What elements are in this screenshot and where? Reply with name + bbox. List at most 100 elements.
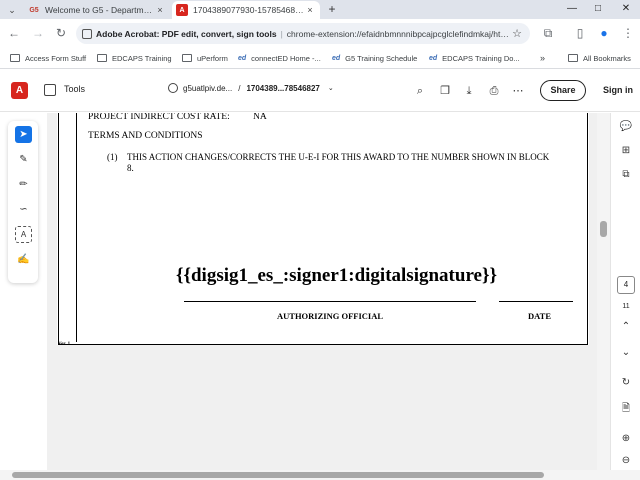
draw-freehand-icon[interactable]: ∽: [15, 201, 32, 218]
site-label: Adobe Acrobat: PDF edit, convert, sign t…: [96, 28, 277, 39]
menu-kebab-icon[interactable]: ⋮: [620, 25, 636, 41]
folder-icon: [10, 54, 20, 62]
select-cursor-icon[interactable]: ➤: [15, 126, 32, 143]
g5-favicon-icon: G5: [29, 6, 39, 14]
ed-icon: ed: [429, 54, 438, 62]
maximize-button[interactable]: □: [584, 0, 612, 18]
page-down-icon[interactable]: ⌄: [618, 345, 634, 361]
indirect-cost-value: NA: [253, 113, 267, 122]
acrobat-header: A Tools g5uatlpiv.de... / 1704389...7854…: [0, 70, 640, 112]
terms-heading: TERMS AND CONDITIONS: [88, 131, 203, 141]
signature-line: [184, 301, 476, 302]
globe-icon: [168, 83, 178, 93]
bookmark-uperform[interactable]: uPerform: [182, 51, 228, 65]
download-icon[interactable]: ⤓: [462, 84, 476, 98]
search-icon[interactable]: ⌕: [413, 84, 427, 98]
horizontal-scrollbar[interactable]: [0, 470, 640, 480]
bookmark-connected-home[interactable]: ed connectED Home -...: [238, 51, 321, 65]
tools-grid-icon[interactable]: [44, 84, 56, 96]
bookmark-edcaps-training[interactable]: EDCAPS Training: [97, 51, 172, 65]
vertical-scroll-thumb[interactable]: [600, 221, 607, 237]
right-sidebar: 💬 ⊞ ⧉ 4 11 ⌃ ⌄ ↻ 🗎 ⊕ ⊖: [610, 113, 640, 470]
bookmarks-overflow-button[interactable]: »: [540, 51, 545, 65]
term-text: THIS ACTION CHANGES/CORRECTS THE U-E-I F…: [127, 152, 550, 162]
date-label: DATE: [528, 311, 551, 321]
address-bar[interactable]: Adobe Acrobat: PDF edit, convert, sign t…: [76, 23, 530, 44]
zoom-out-icon[interactable]: ⊖: [618, 453, 634, 469]
document-properties-icon[interactable]: 🗎: [618, 401, 634, 417]
bookmarks-bar: Access Form Stuff EDCAPS Training uPerfo…: [0, 47, 640, 69]
vertical-scrollbar[interactable]: [597, 113, 610, 470]
tab-title: Welcome to G5 - Department o: [45, 5, 154, 15]
sign-in-button[interactable]: Sign in: [603, 85, 633, 95]
comments-icon[interactable]: 💬: [618, 119, 634, 135]
add-comment-icon[interactable]: ✎: [15, 151, 32, 168]
side-panel-icon[interactable]: ▯: [572, 25, 588, 41]
version-label: Ver. 1: [58, 342, 71, 347]
folder-icon: [97, 54, 107, 62]
forward-arrow-icon[interactable]: →: [30, 25, 46, 41]
browser-toolbar: ← → ↻ Adobe Acrobat: PDF edit, convert, …: [0, 19, 640, 47]
text-box-icon[interactable]: A: [15, 226, 32, 243]
print-icon[interactable]: ⎙: [487, 84, 501, 98]
chevron-down-icon[interactable]: ⌄: [328, 84, 334, 92]
bookmark-label: G5 Training Schedule: [345, 53, 418, 63]
tab-close-icon[interactable]: ×: [154, 5, 166, 15]
term-number: (1): [107, 152, 118, 162]
attachments-icon[interactable]: ⧉: [618, 167, 634, 183]
bookmark-label: EDCAPS Training: [112, 53, 172, 63]
zoom-in-icon[interactable]: ⊕: [618, 431, 634, 447]
bookmark-label: EDCAPS Training Do...: [442, 53, 520, 63]
folder-icon: [182, 54, 192, 62]
bookmark-label: Access Form Stuff: [25, 53, 87, 63]
horizontal-scroll-thumb[interactable]: [12, 472, 544, 478]
signature-placeholder: {{digsig1_es_:signer1:digitalsignature}}: [176, 265, 497, 286]
all-bookmarks[interactable]: All Bookmarks: [568, 51, 631, 65]
current-page-box[interactable]: 4: [617, 276, 635, 294]
ed-icon: ed: [332, 54, 341, 62]
document-viewer[interactable]: PROJECT INDIRECT COST RATE: NA TERMS AND…: [47, 113, 597, 470]
profile-avatar-icon[interactable]: ●: [596, 25, 612, 41]
acrobat-logo-icon: A: [11, 82, 28, 99]
rotate-icon[interactable]: ↻: [618, 375, 634, 391]
bookmark-access-form-stuff[interactable]: Access Form Stuff: [10, 51, 86, 65]
tools-button[interactable]: Tools: [64, 84, 85, 94]
page-up-icon[interactable]: ⌃: [618, 319, 634, 335]
tab-search-icon[interactable]: ⌄: [6, 4, 18, 16]
close-window-button[interactable]: ✕: [612, 0, 640, 18]
share-button[interactable]: Share: [540, 80, 586, 101]
quick-tools-panel: ➤ ✎ ✏ ∽ A ✍: [8, 121, 38, 283]
file-path-separator: /: [238, 83, 241, 93]
folder-icon: [568, 54, 578, 62]
page-thumbnails-icon[interactable]: ❐: [438, 84, 452, 98]
file-name: 1704389...78546827: [246, 83, 320, 93]
indirect-cost-label: PROJECT INDIRECT COST RATE:: [88, 113, 230, 122]
file-host: g5uatlpiv.de...: [183, 83, 233, 93]
url-text: chrome-extension://efaidnbmnnnibpcajpcgl…: [286, 28, 510, 39]
file-title[interactable]: g5uatlpiv.de... / 1704389...78546827 ⌄: [168, 83, 334, 93]
bookmark-star-icon[interactable]: ☆: [510, 27, 524, 40]
bookmark-edcaps-training-do[interactable]: ed EDCAPS Training Do...: [429, 51, 520, 65]
new-tab-button[interactable]: +: [325, 1, 339, 17]
bookmark-label: connectED Home -...: [251, 53, 321, 63]
date-line: [499, 301, 573, 302]
all-bookmarks-label: All Bookmarks: [583, 53, 631, 63]
extensions-puzzle-icon[interactable]: ⧉: [540, 25, 556, 41]
fill-sign-icon[interactable]: ✍: [15, 251, 32, 268]
bookmark-panel-icon[interactable]: ⊞: [618, 143, 634, 159]
more-options-icon[interactable]: ⋯: [511, 84, 525, 98]
url-separator: |: [280, 28, 283, 39]
minimize-button[interactable]: —: [558, 0, 586, 18]
bookmark-g5-training-schedule[interactable]: ed G5 Training Schedule: [332, 51, 417, 65]
highlight-pen-icon[interactable]: ✏: [15, 176, 32, 193]
total-pages: 11: [622, 303, 630, 310]
pdf-favicon-icon: A: [176, 4, 188, 16]
tab-strip: ⌄ G5 Welcome to G5 - Department o × A 17…: [0, 0, 640, 19]
tab-pdf-document[interactable]: A 1704389077930-1578546827.p ×: [172, 1, 320, 19]
pdf-page: PROJECT INDIRECT COST RATE: NA TERMS AND…: [57, 113, 589, 345]
back-arrow-icon[interactable]: ←: [6, 25, 22, 41]
reload-icon[interactable]: ↻: [53, 25, 69, 41]
term-text-continued: 8.: [127, 163, 134, 173]
tab-close-icon[interactable]: ×: [304, 5, 316, 15]
tab-welcome-g5[interactable]: G5 Welcome to G5 - Department o ×: [24, 1, 170, 19]
